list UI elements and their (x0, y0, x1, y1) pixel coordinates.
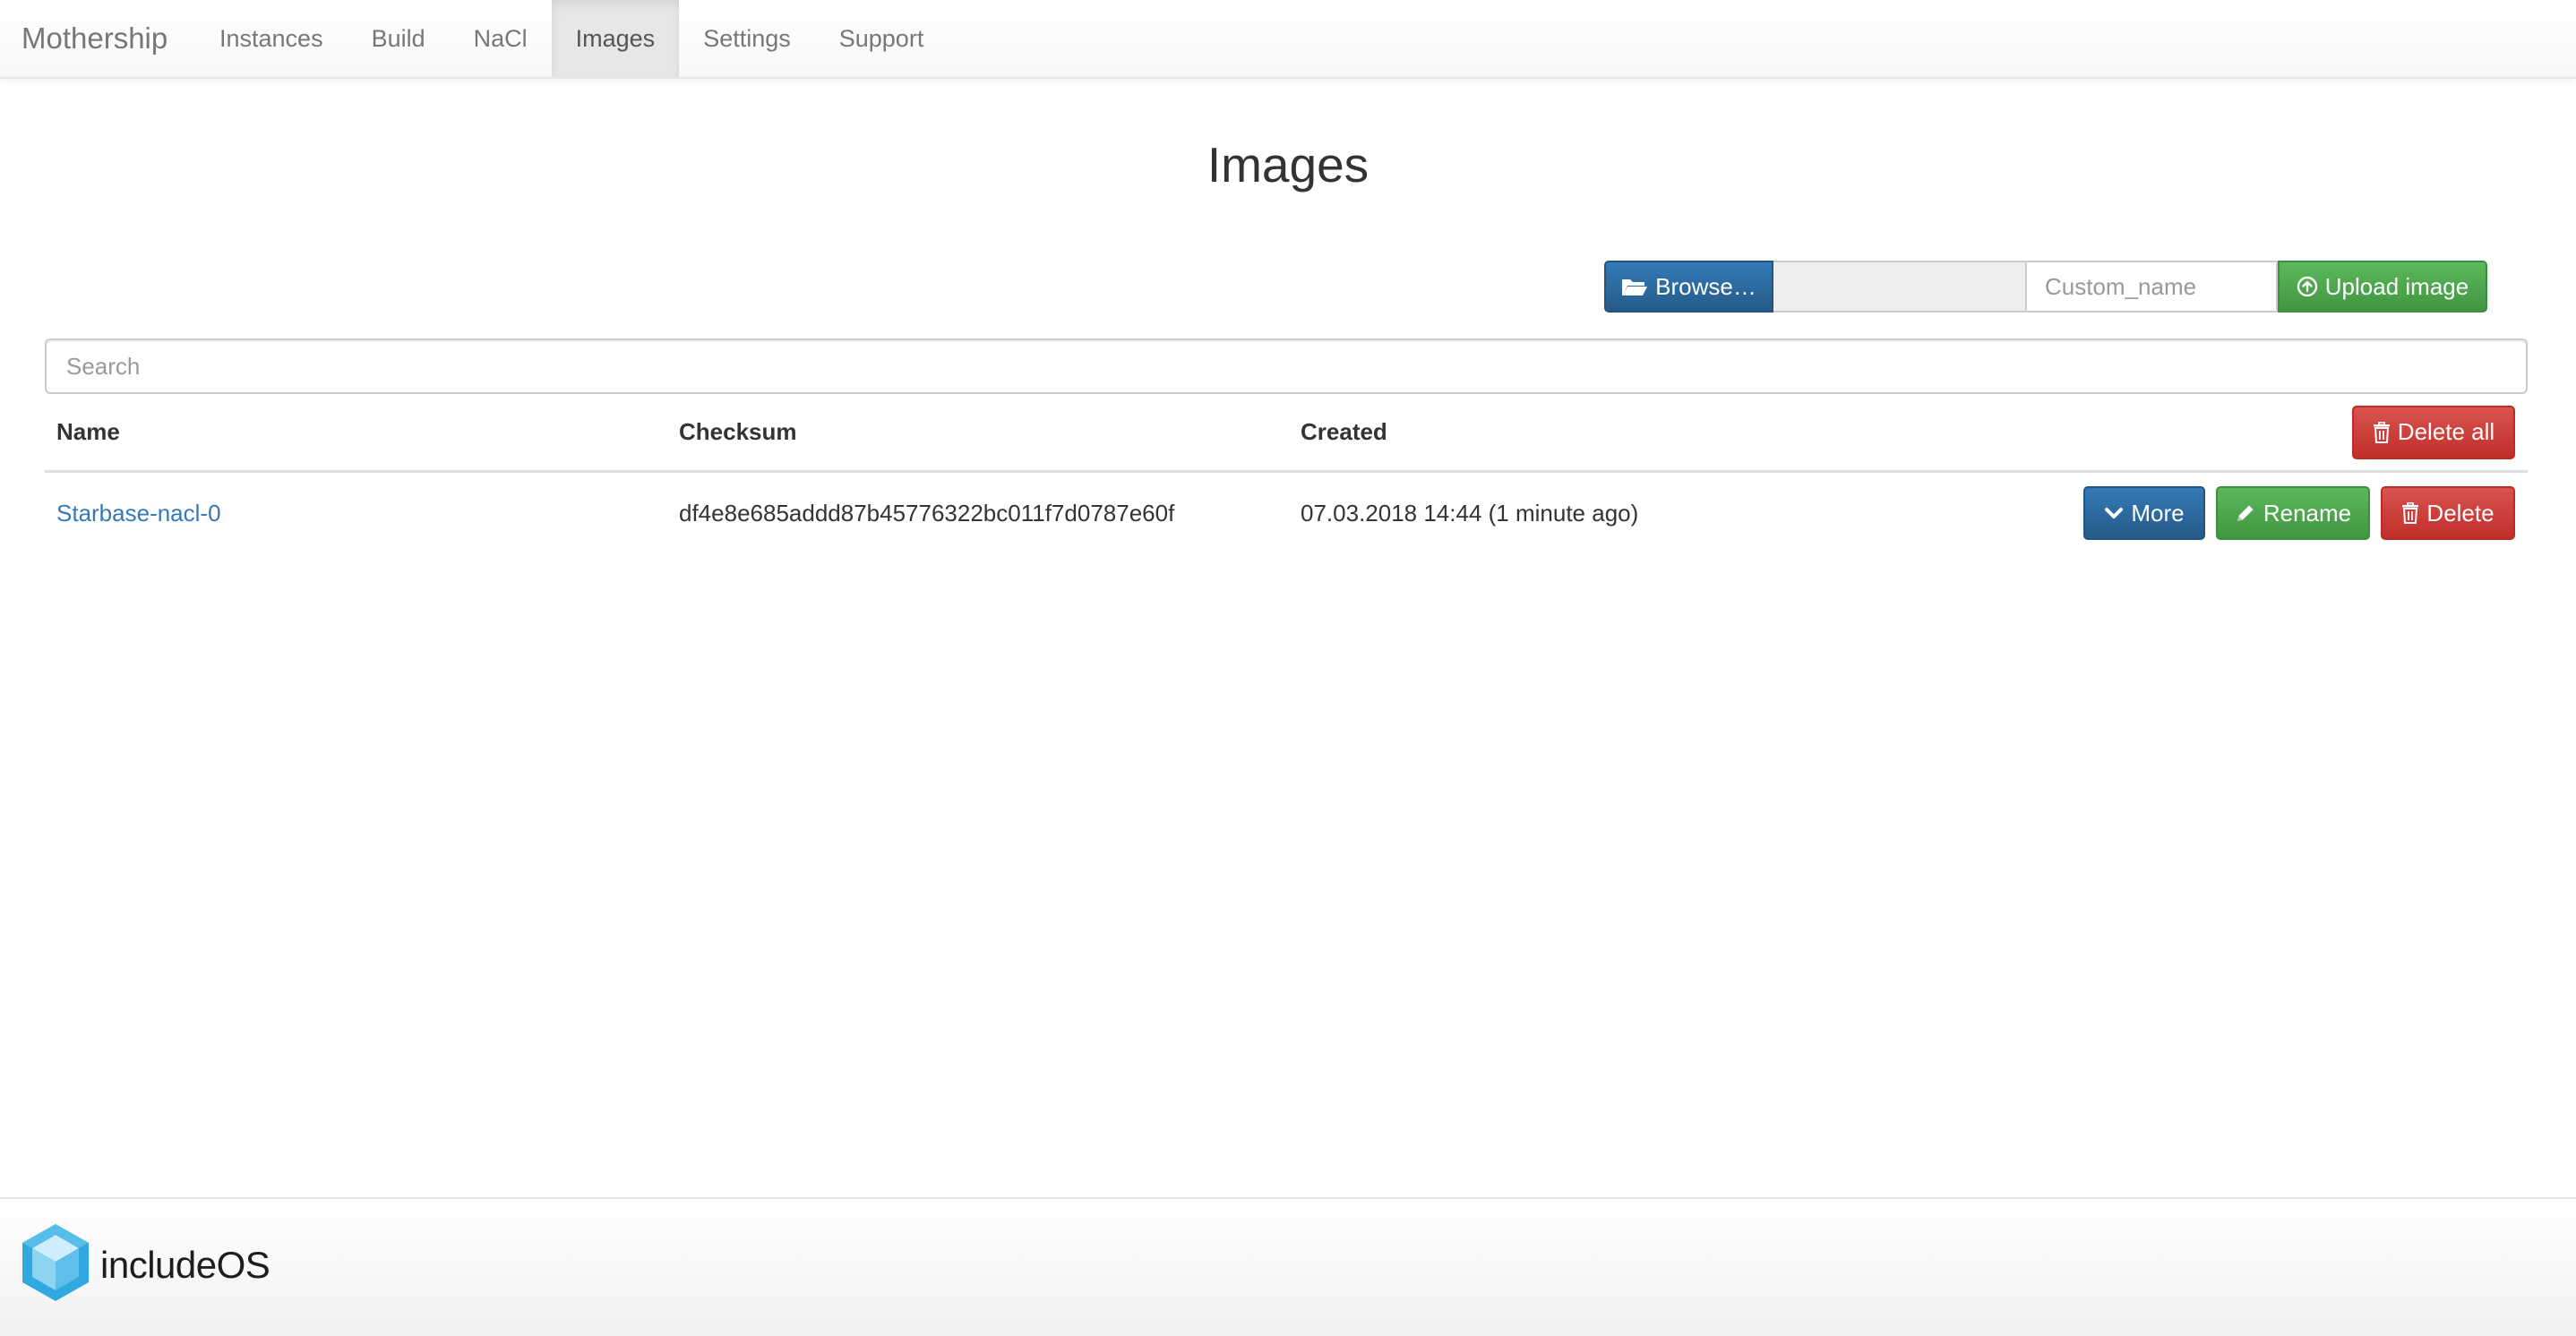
table-row: Starbase-nacl-0 df4e8e685addd87b45776322… (45, 473, 2528, 553)
circle-arrow-up-icon (2297, 276, 2318, 297)
pencil-icon (2235, 502, 2256, 524)
nav-item-instances[interactable]: Instances (195, 0, 348, 77)
table-header-row: Name Checksum Created Delete all (45, 394, 2528, 473)
upload-image-button-label: Upload image (2324, 272, 2469, 300)
browse-button[interactable]: Browse… (1604, 261, 1773, 313)
nav-item-support[interactable]: Support (815, 0, 949, 77)
nav-item-images[interactable]: Images (551, 0, 680, 77)
includeos-cube-icon (20, 1222, 91, 1307)
column-header-created: Created (1301, 418, 1387, 445)
image-created: 07.03.2018 14:44 (1 minute ago) (1301, 499, 1639, 527)
more-button-label: More (2131, 499, 2185, 527)
column-header-name: Name (56, 418, 120, 445)
rename-button-label: Rename (2263, 499, 2352, 527)
images-table: Name Checksum Created Delete all Starbas… (45, 394, 2528, 553)
image-checksum: df4e8e685addd87b45776322bc011f7d0787e60f (679, 499, 1175, 527)
upload-image-group: Browse… Upload image (1604, 261, 2487, 313)
more-button[interactable]: More (2083, 486, 2205, 540)
row-actions: More Rename Delete (2083, 486, 2515, 540)
selected-file-display[interactable] (1773, 261, 2027, 313)
upload-image-button[interactable]: Upload image (2278, 261, 2487, 313)
trash-icon (2401, 502, 2419, 524)
page-title: Images (1206, 137, 1370, 193)
delete-all-button[interactable]: Delete all (2352, 405, 2515, 459)
delete-button-label: Delete (2426, 499, 2494, 527)
delete-button[interactable]: Delete (2381, 486, 2515, 540)
folder-open-icon (1621, 276, 1648, 297)
includeos-logo: includeOS (20, 1222, 270, 1307)
navbar-brand[interactable]: Mothership (0, 0, 195, 77)
search-input[interactable] (45, 338, 2528, 394)
top-navbar: Mothership Instances Build NaCl Images S… (0, 0, 2576, 79)
trash-icon (2373, 421, 2391, 443)
includeos-logo-text: includeOS (100, 1243, 270, 1286)
image-name-link[interactable]: Starbase-nacl-0 (56, 500, 221, 527)
browse-button-label: Browse… (1655, 272, 1756, 300)
column-header-checksum: Checksum (679, 418, 797, 445)
footer: includeOS (0, 1197, 2576, 1336)
nav-item-settings[interactable]: Settings (679, 0, 815, 77)
nav-item-nacl[interactable]: NaCl (450, 0, 552, 77)
chevron-down-icon (2104, 505, 2124, 521)
header-actions: Delete all (2352, 405, 2515, 459)
custom-name-input[interactable] (2027, 261, 2278, 313)
nav-item-build[interactable]: Build (348, 0, 450, 77)
delete-all-button-label: Delete all (2397, 418, 2495, 445)
rename-button[interactable]: Rename (2216, 486, 2370, 540)
